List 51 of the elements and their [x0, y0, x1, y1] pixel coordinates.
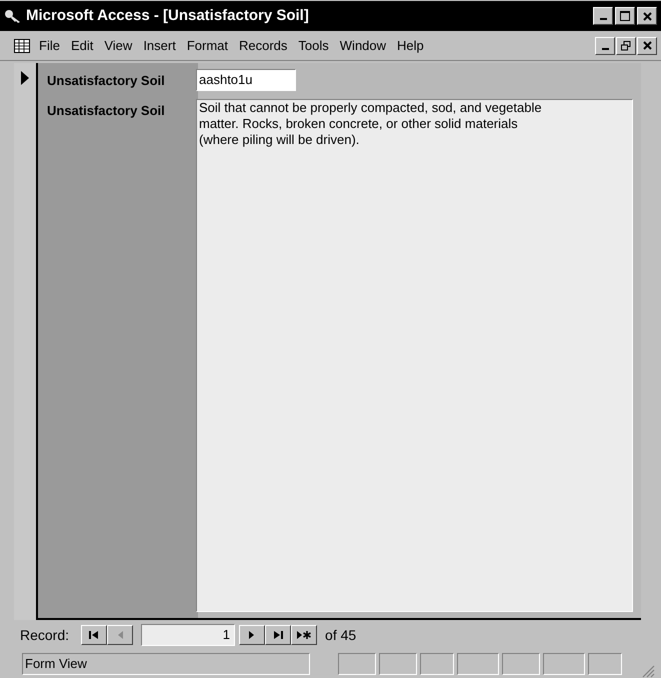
record-selector[interactable] — [14, 63, 38, 620]
form-icon — [14, 38, 30, 52]
field-label: Unsatisfactory Soil — [46, 102, 166, 120]
minimize-icon — [600, 18, 606, 20]
restore-icon — [621, 40, 631, 50]
close-icon — [642, 12, 652, 20]
minimize-icon — [602, 48, 608, 50]
close-icon — [642, 41, 652, 50]
record-number-field[interactable]: 1 — [141, 624, 236, 646]
menu-item[interactable]: Tools — [293, 36, 334, 56]
field-label: Unsatisfactory Soil — [46, 72, 166, 90]
previous-record-icon — [116, 630, 124, 640]
record-navigation-button[interactable] — [81, 625, 108, 645]
minimize-button[interactable] — [595, 36, 615, 54]
status-panel — [588, 653, 622, 675]
menu-item[interactable]: Records — [234, 36, 292, 56]
status-text: Form View — [22, 653, 310, 675]
window-title: Microsoft Access - [Unsatisfactory Soil] — [26, 6, 310, 26]
menu-item[interactable]: Edit — [66, 36, 98, 56]
current-record-icon — [21, 71, 29, 85]
status-panel — [338, 653, 376, 675]
menu-item[interactable]: View — [99, 36, 138, 56]
status-panel — [502, 653, 540, 675]
key-icon — [4, 8, 22, 24]
status-panel — [543, 653, 585, 675]
menu-item[interactable]: Window — [334, 36, 392, 56]
menu-item[interactable]: File — [34, 36, 65, 56]
close-button[interactable] — [637, 36, 657, 54]
status-panel — [420, 653, 454, 675]
record-navigation-button[interactable] — [239, 625, 266, 645]
maximize-icon — [620, 11, 630, 21]
minimize-button[interactable] — [593, 7, 613, 25]
last-record-icon — [272, 630, 284, 640]
first-record-icon — [88, 630, 100, 640]
menu-item[interactable]: Help — [392, 36, 429, 56]
menu-item[interactable]: Insert — [138, 36, 181, 56]
text-field[interactable]: aashto1u — [196, 69, 296, 91]
next-record-icon — [248, 630, 256, 640]
menu-item[interactable]: Format — [182, 36, 233, 56]
close-button[interactable] — [637, 7, 657, 25]
resize-grip-icon — [641, 664, 655, 678]
maximize-button[interactable] — [615, 7, 635, 25]
record-navigation-button[interactable] — [265, 625, 292, 645]
memo-field[interactable]: Soil that cannot be properly compacted, sod, and vegetable matter. Rocks, broken concrete, or other solid materials (where piling will be driven). — [196, 99, 633, 612]
record-count: of 45 — [325, 626, 356, 644]
status-panel — [379, 653, 417, 675]
record-navigation-button[interactable] — [291, 625, 318, 645]
new-record-icon — [296, 630, 312, 640]
record-label: Record: — [20, 626, 70, 644]
restore-button[interactable] — [616, 36, 636, 54]
status-panel — [457, 653, 499, 675]
